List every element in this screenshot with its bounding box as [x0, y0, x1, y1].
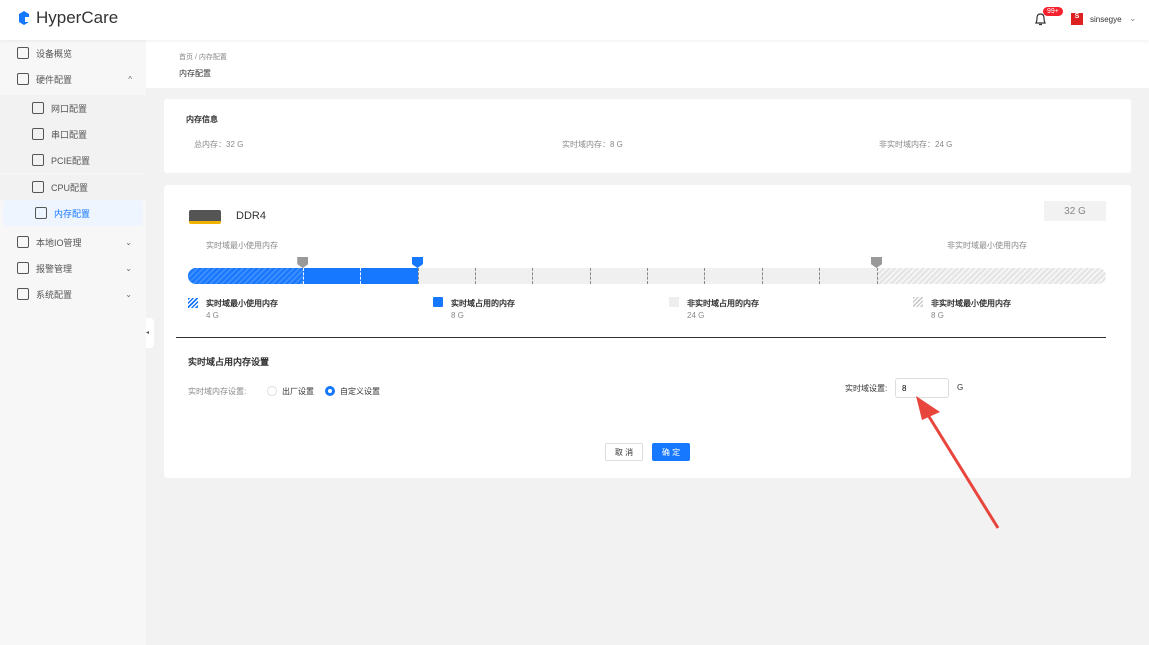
legend-label: 实时域最小使用内存 [206, 299, 278, 308]
label: 内存配置 [54, 208, 91, 219]
label: 系统配置 [36, 289, 73, 300]
rt-setting-label: 实时域设置: [845, 384, 888, 393]
nrt-memory: 非实时域内存：24 G [879, 140, 953, 149]
legend-label: 非实时域占用的内存 [687, 299, 759, 308]
breadcrumb: 首页 / 内存配置 [179, 52, 227, 62]
radio-factory-label[interactable]: 出厂设置 [282, 386, 314, 397]
blue-swatch [433, 297, 443, 307]
rt-min-segment [188, 268, 303, 284]
sidebar-collapse-toggle[interactable]: ◂ [146, 318, 154, 348]
settings-title: 实时域占用内存设置 [188, 357, 270, 367]
pcie-icon [32, 154, 44, 166]
legend-value: 8 G [931, 311, 944, 320]
sidebar-item-cpu[interactable]: CPU配置 [0, 174, 146, 200]
chevron-down-icon[interactable]: ⌄ [1129, 13, 1137, 24]
chevron-down-icon: ⌄ [125, 237, 132, 247]
mode-label: 实时域内存设置: [188, 387, 247, 396]
radio-factory[interactable] [267, 386, 277, 396]
bar-tick [704, 268, 706, 284]
legend-label: 非实时域最小使用内存 [931, 299, 1011, 308]
sidebar-item-alarm[interactable]: 报警管理 ⌄ [0, 255, 146, 281]
label: 本地IO管理 [36, 237, 82, 248]
chevron-down-icon: ⌄ [125, 263, 132, 273]
sidebar-item-pcie[interactable]: PCIE配置 [0, 147, 146, 173]
bar-tick [647, 268, 648, 284]
sidebar-item-memory[interactable]: 内存配置 [3, 200, 143, 226]
label: 串口配置 [51, 129, 88, 140]
legend-value: 4 G [206, 311, 219, 320]
memory-icon [35, 207, 47, 219]
hatched-blue-swatch [188, 298, 198, 308]
chevron-up-icon: ^ [128, 74, 132, 84]
rt-setting-input[interactable] [895, 378, 949, 398]
memory-info-card: 内存信息 总内存：32 G 实时域内存：8 G 非实时域内存：24 G [164, 99, 1131, 173]
top-bar: HyperCare 99+ S sinsegye ⌄ [0, 0, 1149, 40]
legend-label: 实时域占用的内存 [451, 299, 515, 308]
breadcrumb-current: 内存配置 [198, 54, 227, 61]
bar-tick [532, 268, 534, 284]
logo-icon [19, 11, 29, 25]
ddr-name: DDR4 [236, 210, 266, 222]
label: 网口配置 [51, 103, 88, 114]
sidebar-item-hardware[interactable]: 硬件配置 ^ [0, 66, 146, 92]
settings-icon [17, 288, 29, 300]
bar-tick [589, 268, 591, 284]
sidebar-item-system[interactable]: 系统配置 ⌄ [0, 281, 146, 307]
hatched-grey-swatch [913, 297, 923, 307]
serial-icon [32, 128, 44, 140]
cancel-button[interactable]: 取 消 [605, 443, 643, 461]
nrt-min-label: 非实时域最小使用内存 [947, 241, 1027, 250]
label: 设备概览 [36, 48, 73, 59]
breadcrumb-sep: / [194, 54, 197, 61]
bar-tick [474, 268, 476, 284]
grey-swatch [669, 297, 679, 307]
legend-value: 8 G [451, 311, 464, 320]
cpu-icon [32, 181, 44, 193]
avatar[interactable]: S [1071, 13, 1083, 25]
page-header: 首页 / 内存配置 内存配置 [146, 40, 1149, 88]
total-memory: 总内存：32 G [194, 140, 244, 149]
sidebar: 设备概览 硬件配置 ^ 网口配置 串口配置 PCIE配置 CPU配置 内存配置 本… [0, 40, 146, 645]
bar-tick [761, 268, 763, 284]
card-title: 内存信息 [186, 115, 218, 124]
label: 报警管理 [36, 263, 73, 274]
legend-value: 24 G [687, 311, 705, 320]
notification-badge: 99+ [1043, 7, 1063, 16]
rt-memory: 实时域内存：8 G [562, 140, 623, 149]
breadcrumb-home[interactable]: 首页 [179, 54, 193, 61]
grid-icon [17, 47, 29, 59]
logo[interactable]: HyperCare [16, 8, 118, 28]
memory-bar [188, 268, 1106, 284]
bar-tick [876, 268, 878, 284]
sidebar-item-network[interactable]: 网口配置 [0, 95, 146, 121]
chevron-down-icon: ⌄ [125, 289, 132, 299]
app-name: HyperCare [36, 8, 119, 27]
username[interactable]: sinsegye [1090, 15, 1122, 24]
network-icon [32, 102, 44, 114]
divider [176, 337, 1106, 338]
label: PCIE配置 [51, 155, 91, 166]
label: CPU配置 [51, 182, 89, 193]
ddr-size: 32 G [1044, 201, 1106, 221]
nrt-min-segment [876, 268, 1106, 284]
sidebar-item-local-io[interactable]: 本地IO管理 ⌄ [0, 229, 146, 255]
bar-tick [417, 268, 419, 284]
radio-custom[interactable] [325, 386, 335, 396]
label: 硬件配置 [36, 74, 73, 85]
sidebar-item-overview[interactable]: 设备概览 [0, 40, 146, 66]
page-title: 内存配置 [179, 69, 211, 78]
alarm-icon [17, 262, 29, 274]
ram-icon [189, 210, 221, 224]
bar-tick [819, 268, 821, 284]
ddr-card [164, 185, 1131, 478]
bar-tick [302, 268, 304, 284]
rt-min-label: 实时域最小使用内存 [206, 241, 278, 250]
unit-label: G [957, 383, 964, 392]
io-icon [17, 236, 29, 248]
sidebar-item-serial[interactable]: 串口配置 [0, 121, 146, 147]
bar-tick [360, 268, 362, 284]
hardware-icon [17, 73, 29, 85]
confirm-button[interactable]: 确 定 [652, 443, 690, 461]
radio-custom-label[interactable]: 自定义设置 [340, 386, 380, 397]
